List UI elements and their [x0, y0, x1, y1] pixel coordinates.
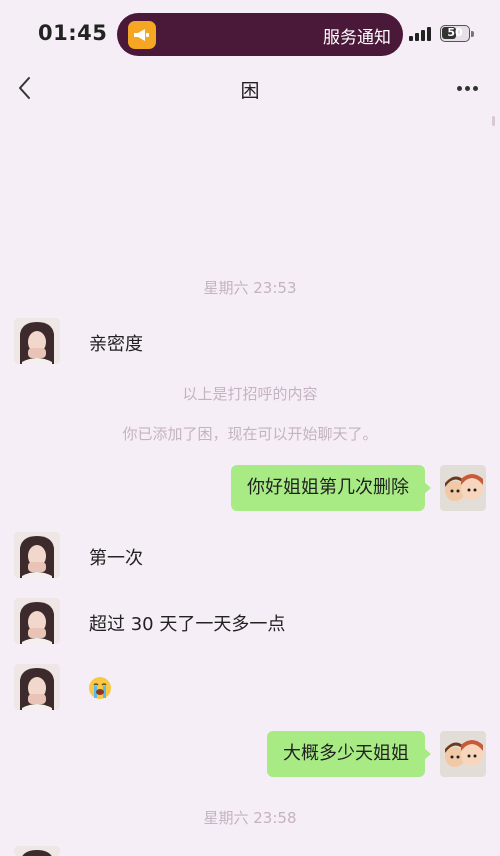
chat-screen: 01:45 服务通知 50 困 星期六 23:53 亲密度 以上是打招呼的内容 …	[0, 0, 500, 856]
my-avatar[interactable]	[440, 731, 486, 777]
battery-nub	[471, 31, 474, 37]
contact-avatar[interactable]	[14, 318, 60, 364]
message-bubble[interactable]: 你好姐姐第几次删除	[231, 465, 431, 511]
contact-avatar[interactable]	[14, 598, 60, 644]
chat-header: 困	[0, 66, 500, 110]
timestamp: 星期六 23:58	[203, 809, 297, 827]
system-message: 你已添加了困，现在可以开始聊天了。	[122, 425, 378, 443]
battery-icon: 50	[440, 25, 470, 42]
my-avatar[interactable]	[440, 465, 486, 511]
message-text: 超过 30 天了一天多一点	[89, 614, 286, 635]
status-time: 01:45	[38, 21, 108, 45]
loudly-crying-face-icon[interactable]	[88, 676, 112, 700]
megaphone-icon	[128, 21, 156, 49]
notification-text: 服务通知	[323, 28, 391, 48]
contact-avatar[interactable]	[14, 664, 60, 710]
scrollbar[interactable]	[492, 116, 495, 126]
contact-avatar[interactable]	[14, 846, 60, 856]
timestamp: 星期六 23:53	[203, 279, 297, 297]
contact-avatar[interactable]	[14, 532, 60, 578]
battery-level: 50	[447, 26, 463, 39]
notification-island[interactable]: 服务通知	[117, 13, 403, 56]
message-text: 亲密度	[89, 334, 143, 355]
more-dots-icon[interactable]	[457, 86, 479, 92]
chat-title: 困	[240, 80, 260, 102]
status-bar: 01:45 服务通知 50	[0, 0, 500, 62]
message-bubble[interactable]: 大概多少天姐姐	[267, 731, 431, 777]
cellular-signal-icon	[409, 27, 435, 41]
message-text: 第一次	[89, 548, 143, 569]
system-message: 以上是打招呼的内容	[182, 385, 318, 403]
